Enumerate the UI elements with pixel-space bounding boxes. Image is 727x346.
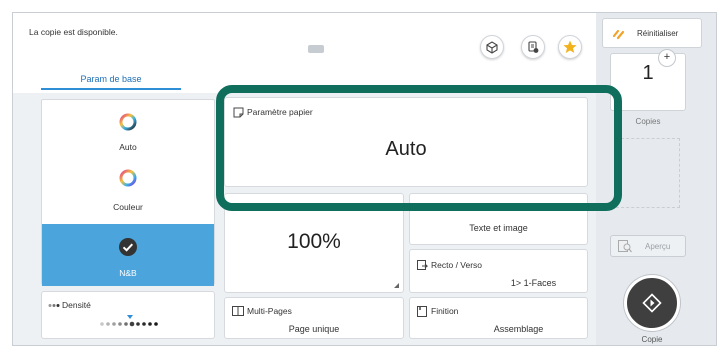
copies-increment-button[interactable]: + [658,49,676,67]
duplex-value: 1> 1-Faces [510,278,557,288]
color-option-color[interactable]: Couleur [42,158,214,216]
color-option-label: N&B [119,268,137,278]
status-message: La copie est disponible. [29,27,118,37]
corner-indicator [394,283,399,288]
preview-label: Aperçu [645,242,671,251]
color-option-label: Auto [119,142,137,152]
tab-active-indicator [41,88,181,90]
color-option-bw[interactable]: N&B [42,224,214,286]
copy-screen: La copie est disponible. Param de base A… [12,12,717,346]
job-list-button[interactable] [521,35,545,59]
top-bar: La copie est disponible. [13,13,596,71]
reset-button[interactable]: Réinitialiser [602,18,702,48]
finishing-icon [417,306,427,317]
favorites-button[interactable] [558,35,582,59]
reset-icon [612,29,625,40]
finishing-title: Finition [431,306,459,316]
check-icon [119,238,137,256]
multipage-icon [232,306,244,316]
duplex-tile[interactable]: Recto / Verso 1> 1-Faces [409,249,588,293]
box-icon [486,41,498,54]
multipage-tile[interactable]: Multi-Pages Page unique [224,297,404,339]
finishing-tile[interactable]: Finition Assemblage [409,297,588,339]
start-copy-button[interactable] [624,275,680,331]
color-option-auto[interactable]: Auto [42,100,214,158]
start-label: Copie [641,335,663,344]
preview-icon [618,240,632,253]
multipage-value: Page unique [288,324,340,334]
reset-label: Réinitialiser [637,29,679,38]
duplex-title: Recto / Verso [431,260,483,270]
zoom-value: 100% [287,230,341,253]
job-box-button[interactable] [480,35,504,59]
multipage-title: Multi-Pages [247,306,292,316]
original-type-value: Texte et image [469,223,528,233]
color-mode-panel: Auto Couleur N&B [41,99,215,286]
density-dots-icon [48,304,60,307]
density-label: Densité [62,300,91,310]
density-scale [100,315,158,327]
duplex-icon [417,260,428,270]
auto-color-icon [119,113,137,131]
full-color-icon [119,169,137,187]
start-icon [642,293,662,313]
clipboard-icon [528,41,539,53]
star-icon [563,40,577,53]
color-option-label: Couleur [113,202,143,212]
highlight-frame [216,85,622,211]
preview-thumbnail [616,138,680,208]
copies-value: 1 [642,62,654,84]
preview-button[interactable]: Aperçu [610,235,686,257]
finishing-value: Assemblage [493,324,544,334]
density-tile[interactable]: Densité [41,291,215,339]
status-chip [308,45,324,53]
